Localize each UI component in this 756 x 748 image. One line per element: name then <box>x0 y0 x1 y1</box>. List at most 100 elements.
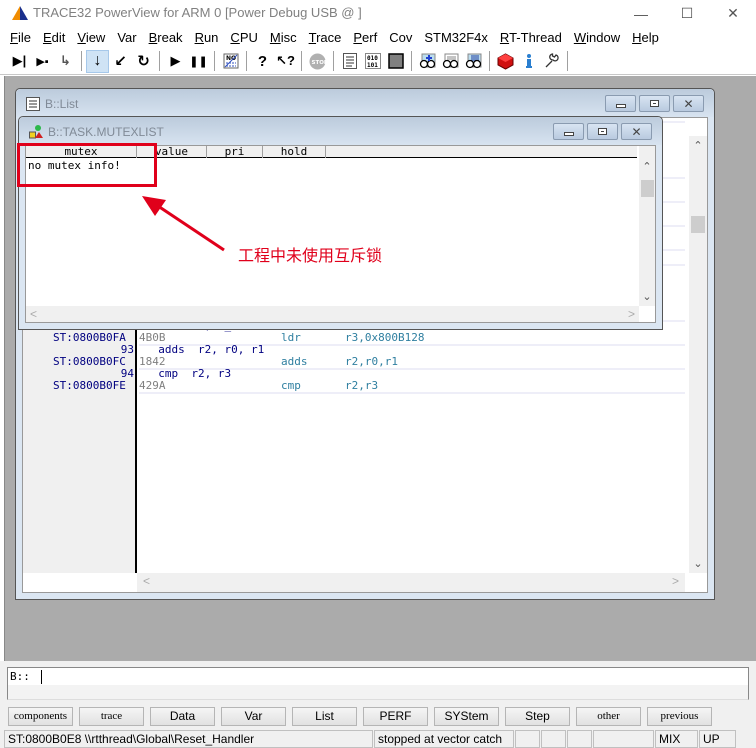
menu-rt-thread[interactable]: RT-Thread <box>494 27 568 48</box>
toolbar-separator <box>411 51 412 71</box>
close-button[interactable]: ✕ <box>710 0 756 27</box>
status-field <box>515 730 540 748</box>
softkey-step[interactable]: Step <box>505 707 570 726</box>
annotation-highlight-box <box>17 143 157 187</box>
softkey-trace[interactable]: trace <box>79 707 144 726</box>
scroll-thumb[interactable] <box>641 180 654 197</box>
menu-edit[interactable]: Edit <box>37 27 71 48</box>
menu-file[interactable]: File <box>4 27 37 48</box>
menu-cov[interactable]: Cov <box>383 27 418 48</box>
softkey-data[interactable]: Data <box>150 707 215 726</box>
column-header-hold[interactable]: hold <box>263 146 326 158</box>
rtos-task-icon <box>29 125 43 139</box>
stop-button[interactable]: STOP <box>306 50 329 73</box>
scroll-down-icon[interactable]: ⌄ <box>689 557 707 570</box>
watch-list-button[interactable] <box>462 50 485 73</box>
menu-misc[interactable]: Misc <box>264 27 303 48</box>
memory-dump-button[interactable]: 010 101 <box>361 50 384 73</box>
mutexlist-horizontal-scrollbar[interactable]: < > <box>26 306 639 322</box>
list-minimize-button[interactable] <box>605 95 636 112</box>
menu-help[interactable]: Help <box>626 27 665 48</box>
context-help-button[interactable]: ↖? <box>274 50 297 73</box>
menu-break[interactable]: Break <box>143 27 189 48</box>
menu-label: T-Thread <box>509 30 562 45</box>
mutexlist-close-button[interactable]: ✕ <box>621 123 652 140</box>
mutexlist-maximize-button[interactable] <box>587 123 618 140</box>
toolbar-separator <box>567 51 568 71</box>
menu-run[interactable]: Run <box>189 27 225 48</box>
close-icon: ✕ <box>631 124 642 139</box>
menu-perf[interactable]: Perf <box>347 27 383 48</box>
minimize-icon: — <box>634 5 648 22</box>
maximize-button[interactable]: ☐ <box>664 0 710 27</box>
stop-icon: STOP <box>309 53 326 69</box>
menu-stm32f4x[interactable]: STM32F4x <box>418 27 494 48</box>
scroll-left-icon[interactable]: < <box>143 574 150 588</box>
menu-label: indow <box>586 30 621 45</box>
scroll-thumb[interactable] <box>691 216 705 233</box>
menu-var[interactable]: Var <box>111 27 142 48</box>
softkey-list[interactable]: List <box>292 707 357 726</box>
mode-button[interactable]: NO <box>219 50 242 73</box>
menu-cpu[interactable]: CPU <box>224 27 263 48</box>
softkey-system[interactable]: SYStem <box>434 707 499 726</box>
step-return-button[interactable]: ↙ <box>109 50 132 73</box>
list-maximize-button[interactable] <box>639 95 670 112</box>
step-down-button[interactable]: ↓ <box>86 49 109 73</box>
list-window-icon <box>26 97 40 111</box>
menu-label: dit <box>51 30 66 45</box>
break-button[interactable]: ❚❚ <box>187 50 210 73</box>
minimize-button[interactable]: — <box>618 0 664 27</box>
up-return-button[interactable]: ↻ <box>132 50 155 73</box>
scroll-right-icon[interactable]: > <box>672 574 679 588</box>
step-icon: ▶| <box>12 53 27 68</box>
command-prompt: B:: <box>10 670 30 683</box>
step-button[interactable]: ▶| <box>8 50 31 73</box>
mutexlist-window-title: B::TASK.MUTEXLIST <box>48 125 164 139</box>
list-source-button[interactable] <box>338 50 361 73</box>
rtos-button[interactable] <box>494 50 517 73</box>
scroll-right-icon[interactable]: > <box>628 307 635 321</box>
menu-bar: File Edit View Var Break Run CPU Misc Trace Perf C… <box>0 27 756 48</box>
watch-view-button[interactable] <box>439 50 462 73</box>
settings-button[interactable] <box>540 50 563 73</box>
menu-trace[interactable]: Trace <box>303 27 348 48</box>
scroll-up-icon[interactable]: ⌃ <box>689 139 707 152</box>
mutexlist-window-titlebar[interactable]: B::TASK.MUTEXLIST ✕ <box>19 117 662 145</box>
softkey-var[interactable]: Var <box>221 707 286 726</box>
close-icon: ✕ <box>683 96 694 111</box>
disassembly-row[interactable]: ST:0800B0FE 429A cmp r2,r3 <box>23 380 685 392</box>
watch-add-button[interactable] <box>416 50 439 73</box>
mutexlist-vertical-scrollbar[interactable]: ⌃ ⌄ <box>639 146 655 306</box>
softkey-components[interactable]: components <box>8 707 73 726</box>
menu-label: isc <box>280 30 297 45</box>
column-header-pri[interactable]: pri <box>207 146 263 158</box>
help-button[interactable]: ? <box>251 50 274 73</box>
scroll-left-icon[interactable]: < <box>30 307 37 321</box>
menu-window[interactable]: Window <box>568 27 626 48</box>
registers-button[interactable] <box>384 50 407 73</box>
list-vertical-scrollbar[interactable]: ⌃ ⌄ <box>689 136 707 573</box>
step-into-button[interactable]: ↳ <box>54 50 77 73</box>
go-button[interactable]: ▶ <box>164 50 187 73</box>
step-over-button[interactable]: ▶▪ <box>31 50 54 73</box>
toolbar-separator <box>489 51 490 71</box>
softkey-previous[interactable]: previous <box>647 707 712 726</box>
menu-view[interactable]: View <box>71 27 111 48</box>
command-line-input[interactable]: B:: <box>7 667 749 700</box>
opcode: 429A <box>139 379 166 392</box>
softkey-other[interactable]: other <box>576 707 641 726</box>
list-horizontal-scrollbar[interactable]: < > <box>137 573 685 592</box>
softkey-perf[interactable]: PERF <box>363 707 428 726</box>
mode-icon: NO <box>223 53 238 69</box>
info-button[interactable] <box>517 50 540 73</box>
scroll-down-icon[interactable]: ⌄ <box>639 290 655 303</box>
menu-mnemonic: M <box>269 30 281 45</box>
toolbar-separator <box>159 51 160 71</box>
mutexlist-minimize-button[interactable] <box>553 123 584 140</box>
scroll-up-icon[interactable]: ⌃ <box>639 160 655 173</box>
command-history-area <box>8 685 748 699</box>
list-window-titlebar[interactable]: B::List ✕ <box>16 89 714 117</box>
list-close-button[interactable]: ✕ <box>673 95 704 112</box>
help-icon: ? <box>257 52 268 70</box>
